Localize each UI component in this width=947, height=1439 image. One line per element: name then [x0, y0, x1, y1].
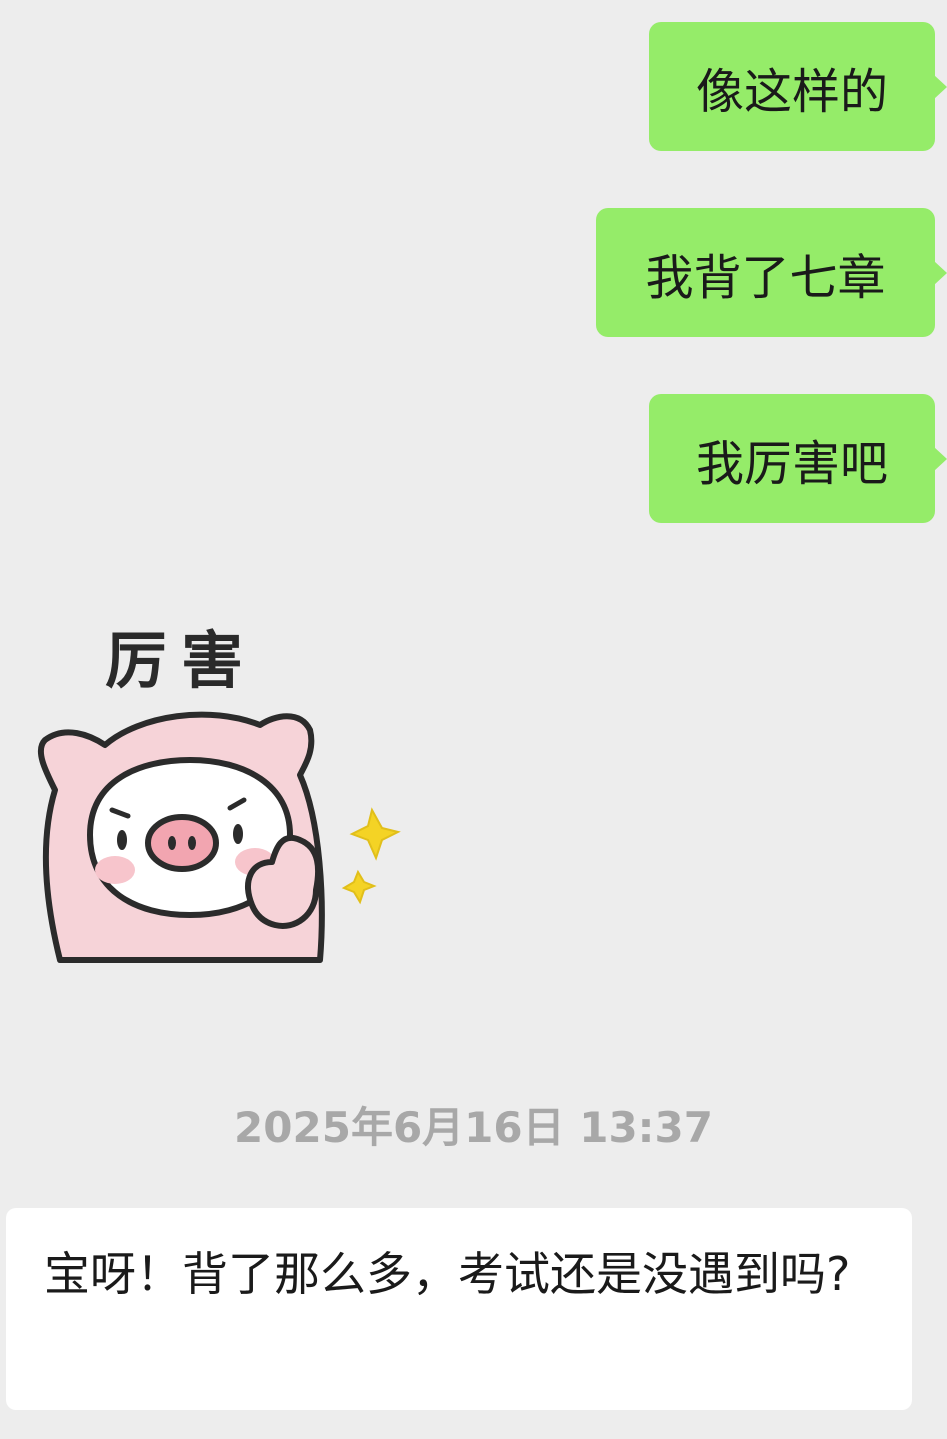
message-text: 我厉害吧	[695, 435, 888, 492]
message-text: 宝呀！背了那么多，考试还是没遇到吗?	[44, 1247, 851, 1301]
sent-message-bubble[interactable]: 我厉害吧	[649, 394, 947, 523]
pig-cheek	[95, 856, 135, 884]
sparkle-icon	[349, 807, 401, 861]
pig-eye	[233, 824, 243, 844]
sent-message-bubble[interactable]: 像这样的	[649, 22, 947, 151]
pig-snout	[145, 814, 219, 872]
pig-eye	[117, 830, 127, 850]
sparkle-icon	[341, 869, 377, 905]
message-text: 像这样的	[695, 63, 888, 120]
pig-sticker-icon[interactable]	[20, 600, 420, 1000]
received-message-bubble[interactable]: 宝呀！背了那么多，考试还是没遇到吗?	[6, 1208, 912, 1410]
sent-message-bubble[interactable]: 我背了七章	[596, 208, 947, 337]
message-text: 我背了七章	[645, 249, 886, 306]
chat-timestamp: 2025年6月16日 13:37	[234, 1103, 713, 1152]
